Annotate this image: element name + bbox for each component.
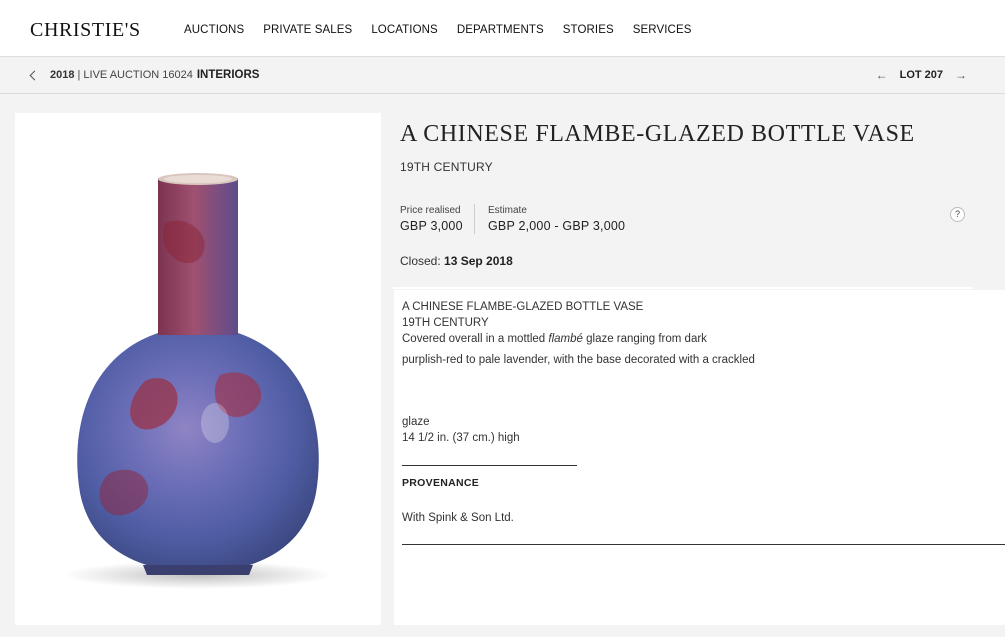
- description-tab-bar: [393, 287, 973, 289]
- arrow-left-icon[interactable]: ←: [876, 68, 888, 82]
- price-label: Price realised: [400, 205, 461, 216]
- desc-title: A CHINESE FLAMBE-GLAZED BOTTLE VASE: [402, 301, 644, 313]
- desc-text-1b: flambé: [548, 333, 583, 345]
- closed-status: Closed: 13 Sep 2018: [400, 254, 513, 268]
- desc-text-1c: glaze ranging from dark: [582, 333, 707, 345]
- lot-description: A CHINESE FLAMBE-GLAZED BOTTLE VASE 19TH…: [394, 290, 1005, 625]
- breadcrumb-title: INTERIORS: [196, 69, 260, 81]
- chevron-left-icon[interactable]: [29, 70, 40, 81]
- nav-departments[interactable]: DEPARTMENTS: [457, 24, 544, 36]
- lot-subtitle: 19TH CENTURY: [400, 160, 493, 174]
- closed-date: 13 Sep 2018: [444, 254, 513, 268]
- nav-auctions[interactable]: AUCTIONS: [184, 24, 244, 36]
- desc-dimensions: 14 1/2 in. (37 cm.) high: [402, 432, 520, 444]
- nav-stories[interactable]: STORIES: [563, 24, 614, 36]
- divider: [402, 465, 577, 466]
- top-nav: CHRISTIE'S AUCTIONS PRIVATE SALES LOCATI…: [0, 0, 1005, 57]
- arrow-right-icon[interactable]: →: [955, 68, 967, 82]
- nav-locations[interactable]: LOCATIONS: [371, 24, 438, 36]
- price-realised: Price realised GBP 3,000: [400, 205, 463, 233]
- main-nav: AUCTIONS PRIVATE SALES LOCATIONS DEPARTM…: [184, 24, 692, 36]
- desc-text-1: Covered overall in a mottled flambé glaz…: [402, 333, 707, 345]
- desc-text-3: glaze: [402, 416, 430, 428]
- desc-period: 19TH CENTURY: [402, 317, 489, 329]
- lot-navigation: ← LOT 207 →: [876, 68, 967, 82]
- lot-image-panel[interactable]: [15, 113, 381, 625]
- provenance-text: With Spink & Son Ltd.: [402, 512, 514, 524]
- nav-services[interactable]: SERVICES: [633, 24, 692, 36]
- desc-text-1a: Covered overall in a mottled: [402, 333, 549, 345]
- lot-number: LOT 207: [899, 69, 943, 81]
- breadcrumb-sale: | LIVE AUCTION 16024: [77, 69, 193, 81]
- breadcrumb[interactable]: 2018 | LIVE AUCTION 16024 INTERIORS: [29, 69, 260, 81]
- divider: [402, 544, 1005, 545]
- vase-image: [63, 173, 333, 589]
- lot-title: A CHINESE FLAMBE-GLAZED BOTTLE VASE: [400, 121, 915, 147]
- nav-private-sales[interactable]: PRIVATE SALES: [263, 24, 352, 36]
- help-icon[interactable]: ?: [950, 207, 965, 222]
- breadcrumb-bar: 2018 | LIVE AUCTION 16024 INTERIORS ← LO…: [0, 57, 1005, 94]
- estimate-label: Estimate: [488, 205, 527, 216]
- price-value: GBP 3,000: [400, 219, 463, 233]
- estimate: Estimate GBP 2,000 - GBP 3,000: [474, 204, 625, 234]
- closed-label: Closed:: [400, 254, 441, 268]
- provenance-heading: PROVENANCE: [402, 477, 480, 489]
- estimate-value: GBP 2,000 - GBP 3,000: [488, 219, 626, 233]
- christies-logo[interactable]: CHRISTIE'S: [30, 19, 141, 42]
- desc-text-2: purplish-red to pale lavender, with the …: [402, 354, 755, 366]
- breadcrumb-year: 2018: [50, 69, 75, 81]
